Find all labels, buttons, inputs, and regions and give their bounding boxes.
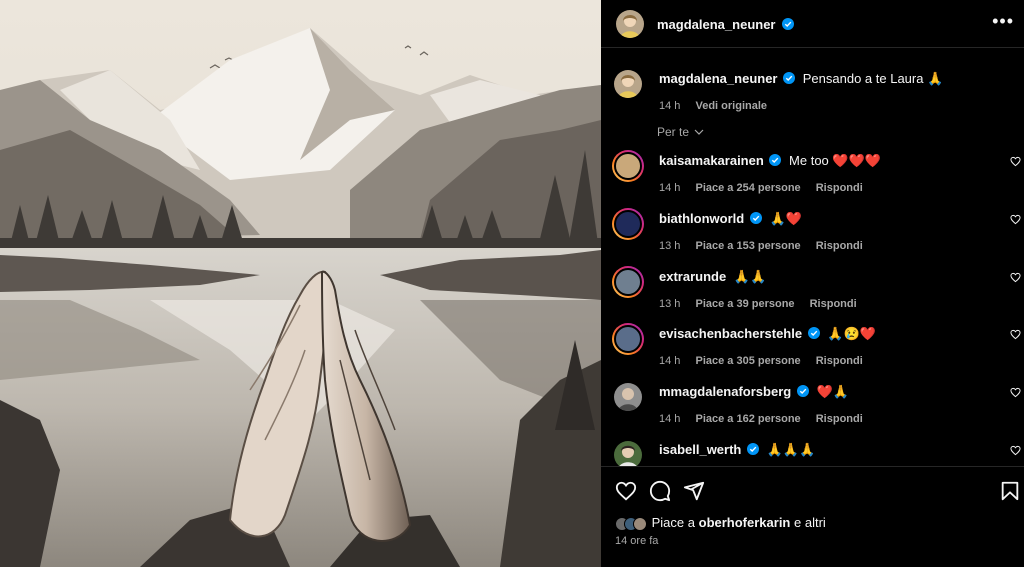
comment-time: 13 h — [659, 240, 681, 252]
share-icon[interactable] — [683, 480, 705, 502]
reply-button[interactable]: Rispondi — [816, 240, 863, 252]
liker-avatars — [615, 516, 647, 532]
caption-username[interactable]: magdalena_neuner — [659, 71, 778, 86]
reply-button[interactable]: Rispondi — [816, 355, 863, 367]
comment-text: Me too ❤️❤️❤️ — [789, 153, 881, 168]
verified-icon — [783, 72, 796, 84]
comment-text: 🙏❤️ — [769, 211, 802, 226]
author-avatar[interactable] — [616, 10, 644, 38]
comment-text: 🙏😢❤️ — [827, 326, 876, 341]
likes-summary[interactable]: Piace a oberhoferkarin e altri — [615, 515, 826, 532]
comment-filter-label: Per te — [657, 125, 690, 139]
comment-likes-link[interactable]: Piace a 254 persone — [695, 182, 800, 194]
caption-text: Pensando a te Laura 🙏 — [802, 71, 944, 86]
post-image[interactable] — [0, 0, 601, 567]
comment-time: 14 h — [659, 182, 681, 194]
post-timestamp: 14 ore fa — [615, 535, 659, 547]
comment-avatar[interactable] — [614, 441, 642, 466]
likes-prefix: Piace a — [651, 515, 695, 530]
heart-icon[interactable] — [1010, 272, 1021, 283]
comment-text: ❤️🙏 — [816, 384, 849, 399]
caption-time: 14 h — [659, 100, 681, 112]
post-actions: Piace a oberhoferkarin e altri 14 ore fa — [601, 466, 1024, 567]
likes-suffix[interactable]: e altri — [794, 515, 826, 530]
comment-filter-dropdown[interactable]: Per te — [657, 125, 704, 139]
comment-username[interactable]: mmagdalenaforsberg — [659, 384, 791, 399]
heart-icon[interactable] — [1010, 445, 1021, 456]
verified-icon — [796, 385, 809, 397]
verified-icon — [807, 327, 820, 339]
reply-button[interactable]: Rispondi — [816, 413, 863, 425]
verified-icon — [747, 443, 759, 455]
chevron-down-icon — [694, 129, 704, 135]
more-icon[interactable]: ••• — [992, 12, 1014, 30]
comment-likes-link[interactable]: Piace a 162 persone — [695, 413, 800, 425]
comment-text: 🙏🙏🙏 — [766, 442, 816, 457]
heart-icon[interactable] — [615, 480, 637, 502]
comments-section: magdalena_neuner Pensando a te Laura 🙏 1… — [601, 48, 1024, 466]
comment-time: 14 h — [659, 413, 681, 425]
comment-text: 🙏🙏 — [733, 269, 767, 284]
likes-user[interactable]: oberhoferkarin — [699, 515, 791, 530]
caption-avatar[interactable] — [614, 70, 642, 98]
comment-username[interactable]: extrarunde — [659, 269, 726, 284]
comment-avatar[interactable] — [612, 208, 644, 240]
see-original-link[interactable]: Vedi originale — [695, 100, 767, 112]
heart-icon[interactable] — [1010, 387, 1021, 398]
comment-username[interactable]: biathlonworld — [659, 211, 744, 226]
comment-avatar[interactable] — [612, 323, 644, 355]
author-name-row: magdalena_neuner — [657, 16, 794, 34]
author-username[interactable]: magdalena_neuner — [657, 17, 776, 32]
mountain-lake-praying-hands-illustration — [0, 0, 601, 567]
verified-icon — [749, 212, 762, 224]
heart-icon[interactable] — [1010, 329, 1021, 340]
comment-username[interactable]: evisachenbacherstehle — [659, 326, 802, 341]
comment-icon[interactable] — [649, 480, 671, 502]
comment-likes-link[interactable]: Piace a 305 persone — [695, 355, 800, 367]
bookmark-icon[interactable] — [999, 480, 1021, 502]
comment-avatar[interactable] — [612, 266, 644, 298]
heart-icon[interactable] — [1010, 156, 1021, 167]
comment-time: 13 h — [659, 298, 681, 310]
reply-button[interactable]: Rispondi — [810, 298, 857, 310]
verified-icon — [781, 18, 794, 30]
comment-username[interactable]: isabell_werth — [659, 442, 741, 457]
comment-avatar[interactable] — [614, 383, 642, 411]
heart-icon[interactable] — [1010, 214, 1021, 225]
reply-button[interactable]: Rispondi — [816, 182, 863, 194]
post-header: magdalena_neuner ••• — [601, 0, 1024, 48]
verified-icon — [769, 154, 782, 166]
comment-likes-link[interactable]: Piace a 153 persone — [695, 240, 800, 252]
comment-username[interactable]: kaisamakarainen — [659, 153, 764, 168]
comment-time: 14 h — [659, 355, 681, 367]
post-side-panel: magdalena_neuner ••• magdalena_neuner Pe… — [601, 0, 1024, 567]
comment-likes-link[interactable]: Piace a 39 persone — [695, 298, 794, 310]
comment-avatar[interactable] — [612, 150, 644, 182]
